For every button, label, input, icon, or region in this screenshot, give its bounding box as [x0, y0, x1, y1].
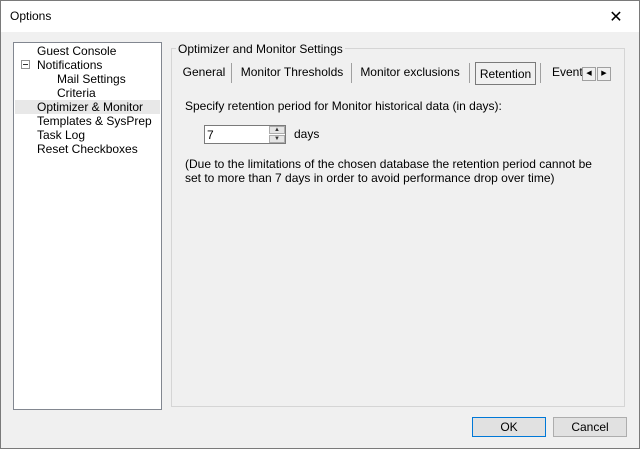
- close-icon: ✕: [609, 8, 623, 26]
- options-tree[interactable]: Guest Console Notifications Mail Setting…: [13, 42, 162, 410]
- collapse-icon[interactable]: [21, 60, 30, 69]
- tree-item-mail-settings[interactable]: Mail Settings: [57, 72, 126, 86]
- arrow-down-icon: ▼: [274, 136, 280, 142]
- options-window: Options ✕ Guest Console Notifications Ma…: [0, 0, 640, 449]
- note-line-1: (Due to the limitations of the chosen da…: [185, 157, 592, 171]
- tree-item-reset-checkboxes[interactable]: Reset Checkboxes: [37, 142, 138, 156]
- note-line-2: set to more than 7 days in order to avoi…: [185, 171, 555, 185]
- tab-separator: [351, 63, 352, 83]
- tab-monitor-exclusions[interactable]: Monitor exclusions: [354, 61, 466, 85]
- tab-retention[interactable]: Retention: [475, 62, 536, 85]
- retention-days-stepper[interactable]: ▲ ▼: [204, 125, 286, 144]
- tree-item-optimizer-monitor[interactable]: Optimizer & Monitor: [15, 100, 160, 114]
- spin-down-button[interactable]: ▼: [269, 135, 285, 143]
- tree-item-notifications[interactable]: Notifications: [37, 58, 102, 72]
- arrow-left-icon: ◀: [586, 70, 592, 77]
- group-title: Optimizer and Monitor Settings: [176, 42, 345, 56]
- tab-general[interactable]: General: [176, 61, 232, 85]
- tab-monitor-thresholds[interactable]: Monitor Thresholds: [234, 61, 350, 85]
- retention-days-input[interactable]: [207, 127, 267, 142]
- retention-prompt: Specify retention period for Monitor his…: [185, 99, 502, 113]
- tab-strip: General Monitor Thresholds Monitor exclu…: [172, 61, 624, 85]
- arrow-right-icon: ▶: [601, 70, 607, 77]
- tree-item-guest-console[interactable]: Guest Console: [37, 44, 116, 58]
- ok-button[interactable]: OK: [472, 417, 546, 437]
- spin-up-button[interactable]: ▲: [269, 126, 285, 134]
- arrow-up-icon: ▲: [274, 127, 280, 133]
- tab-event[interactable]: Event: [544, 61, 584, 85]
- close-button[interactable]: ✕: [593, 1, 639, 32]
- tab-separator: [540, 63, 541, 83]
- tree-item-criteria[interactable]: Criteria: [57, 86, 96, 100]
- tab-scroll-left-button[interactable]: ◀: [582, 67, 596, 81]
- tree-item-task-log[interactable]: Task Log: [37, 128, 85, 142]
- cancel-button[interactable]: Cancel: [553, 417, 627, 437]
- tab-separator: [231, 63, 232, 83]
- tab-scroll-right-button[interactable]: ▶: [597, 67, 611, 81]
- spin-buttons: ▲ ▼: [269, 126, 285, 143]
- title-bar: Options ✕: [1, 1, 639, 32]
- tab-separator: [469, 63, 470, 83]
- window-title: Options: [10, 9, 52, 23]
- days-label: days: [294, 127, 320, 141]
- tree-item-templates-sysprep[interactable]: Templates & SysPrep: [37, 114, 152, 128]
